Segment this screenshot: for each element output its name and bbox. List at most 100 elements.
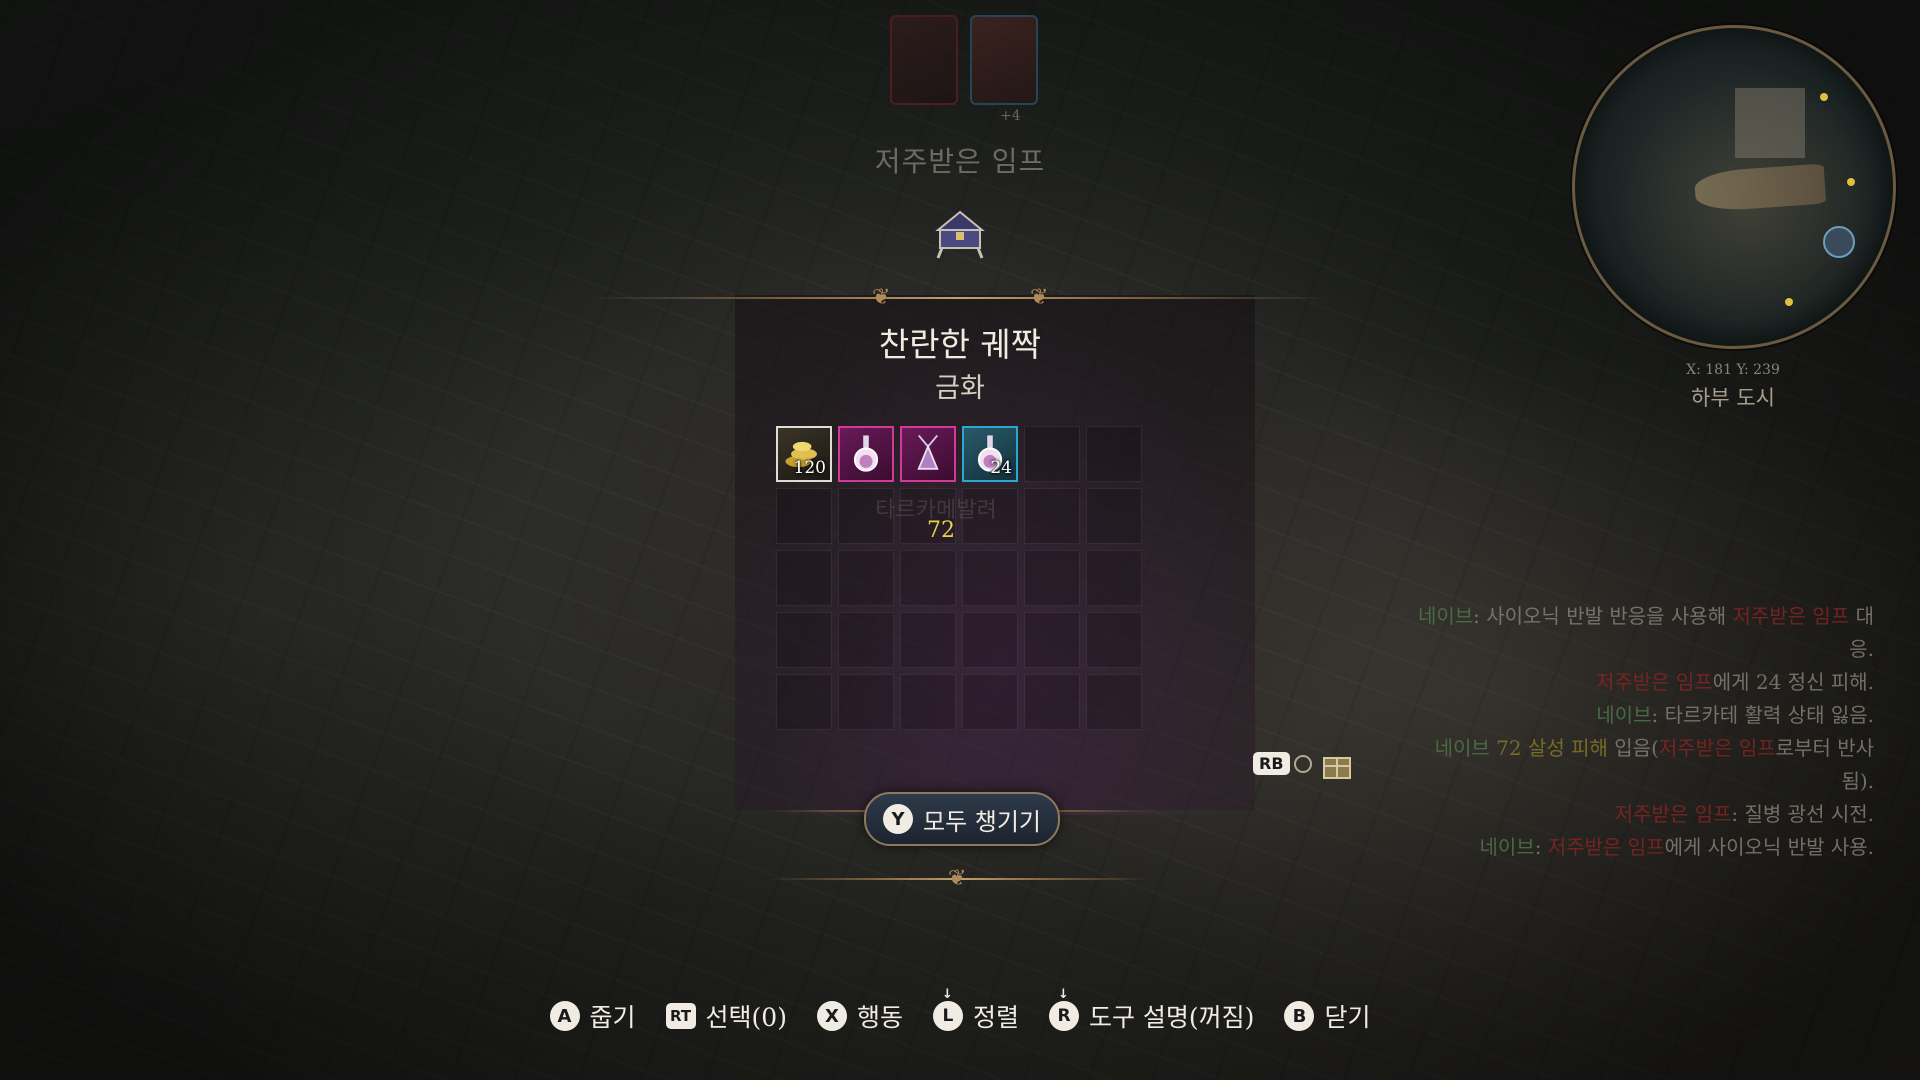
log-segment: : 사이오닉 반발 반응을 사용해 <box>1473 604 1733 628</box>
chest-icon <box>935 210 985 259</box>
loot-slot[interactable] <box>838 612 894 668</box>
loot-all-label: 모두 챙기기 <box>922 807 1042 836</box>
divider-ornament-right: ❦ <box>1030 285 1049 310</box>
log-segment: 저주받은 임프 <box>1732 604 1850 628</box>
loot-slot[interactable] <box>900 550 956 606</box>
log-segment: 네이브 <box>1596 703 1652 727</box>
loot-slot[interactable] <box>900 612 956 668</box>
hint-label: 행동 <box>856 1003 903 1032</box>
loot-slot[interactable]: 120 <box>776 426 832 482</box>
minimap[interactable] <box>1572 25 1896 349</box>
loot-slot[interactable] <box>962 550 1018 606</box>
hint-a[interactable]: A 줍기 <box>549 998 636 1034</box>
log-segment: : <box>1534 835 1548 859</box>
rt-button-icon: RT <box>665 1003 696 1029</box>
hint-label: 도구 설명(꺼짐) <box>1088 1003 1255 1032</box>
hint-x[interactable]: X 행동 <box>816 998 903 1034</box>
rb-button-icon: RB <box>1253 752 1290 775</box>
map-marker-icon <box>1820 93 1828 101</box>
loot-grid: 120 24 <box>776 426 1142 730</box>
log-segment: 저주받은 임프 <box>1547 835 1665 859</box>
portrait-extra-count: +4 <box>1000 108 1021 124</box>
loot-slot[interactable] <box>900 426 956 482</box>
loot-slot[interactable]: 24 <box>962 426 1018 482</box>
loot-slot[interactable] <box>838 550 894 606</box>
portrait-character[interactable] <box>970 15 1038 105</box>
log-segment: 네이브 <box>1479 835 1535 859</box>
controller-hint-bar: A 줍기 RT 선택(0) X 행동 L 정렬 R 도구 설명(꺼짐) B 닫기 <box>0 987 1920 1034</box>
map-ship <box>1693 163 1827 213</box>
loot-slot[interactable] <box>962 674 1018 730</box>
loot-slot[interactable] <box>838 674 894 730</box>
loot-slot[interactable] <box>1086 488 1142 544</box>
hint-b[interactable]: B 닫기 <box>1284 998 1370 1034</box>
hint-label: 선택(0) <box>705 1003 787 1032</box>
portrait-imp[interactable] <box>890 15 958 105</box>
log-segment: : 질병 광선 시전. <box>1731 802 1874 826</box>
target-portraits <box>890 15 1038 105</box>
y-button-icon: Y <box>882 804 913 834</box>
combat-log-entry: 네이브: 타르카테 활력 상태 잃음. <box>1404 699 1874 732</box>
divider-ornament-left: ❦ <box>872 285 891 310</box>
loot-slot[interactable] <box>962 612 1018 668</box>
loot-slot[interactable] <box>776 612 832 668</box>
loot-slot[interactable] <box>1024 674 1080 730</box>
hint-rt[interactable]: RT 선택(0) <box>665 998 787 1034</box>
hint-label: 정렬 <box>972 1003 1019 1032</box>
combat-log-entry: 저주받은 임프: 질병 광선 시전. <box>1404 798 1874 831</box>
log-segment: 네이브 <box>1417 604 1474 628</box>
loot-slot[interactable] <box>1024 550 1080 606</box>
hint-label: 닫기 <box>1324 1003 1371 1032</box>
combat-log-entry: 네이브 72 살성 피해 입음(저주받은 임프로부터 반사됨). <box>1404 732 1874 798</box>
loot-slot[interactable] <box>1024 612 1080 668</box>
loot-slot[interactable] <box>776 674 832 730</box>
loot-slot[interactable] <box>1086 612 1142 668</box>
map-coordinates: X: 181 Y: 239 <box>1686 362 1780 378</box>
panel-top-divider <box>590 297 1330 299</box>
amulet-icon <box>902 428 954 480</box>
toggle-icon <box>1293 754 1312 773</box>
rb-toggle-hint[interactable]: RB <box>1253 752 1312 775</box>
loot-slot[interactable] <box>838 426 894 482</box>
combat-log-entry: 저주받은 임프에게 24 정신 피해. <box>1404 666 1874 699</box>
log-segment: 대응. <box>1849 604 1874 661</box>
loot-slot[interactable] <box>1086 674 1142 730</box>
log-segment: 로부터 반사됨). <box>1775 736 1874 793</box>
map-region-name: 하부 도시 <box>1691 386 1775 410</box>
hover-tooltip-value: 72 <box>927 518 955 543</box>
log-segment: 에게 사이오닉 반발 사용. <box>1664 835 1874 859</box>
map-marker-icon <box>1847 178 1855 186</box>
map-dock-structure <box>1735 88 1805 158</box>
map-marker-icon <box>1785 298 1793 306</box>
hint-label: 줍기 <box>589 1003 636 1032</box>
log-segment: 72 살성 피해 <box>1496 736 1608 760</box>
log-segment: 네이브 <box>1434 736 1497 760</box>
b-button-icon: B <box>1284 1001 1315 1031</box>
hint-r[interactable]: R 도구 설명(꺼짐) <box>1048 987 1255 1034</box>
loot-slot[interactable] <box>1024 426 1080 482</box>
combat-log-entry: 네이브: 사이오닉 반발 반응을 사용해 저주받은 임프 대응. <box>1404 600 1874 666</box>
loot-slot[interactable] <box>1086 426 1142 482</box>
combat-log-entry: 네이브: 저주받은 임프에게 사이오닉 반발 사용. <box>1404 831 1874 864</box>
loot-slot[interactable] <box>1024 488 1080 544</box>
log-segment: : 타르카테 활력 상태 잃음. <box>1651 703 1874 727</box>
chest-view-icon[interactable] <box>1322 752 1352 780</box>
loot-slot[interactable] <box>1086 550 1142 606</box>
map-player-marker-icon <box>1823 226 1855 258</box>
l-button-icon: L <box>932 987 963 1031</box>
loot-all-button[interactable]: Y 모두 챙기기 <box>864 792 1060 846</box>
log-segment: 저주받은 임프 <box>1614 802 1732 826</box>
loot-slot[interactable] <box>776 488 832 544</box>
a-button-icon: A <box>549 1001 580 1031</box>
item-quantity: 120 <box>793 458 826 478</box>
log-segment: 입음( <box>1607 736 1659 760</box>
combat-log: 네이브: 사이오닉 반발 반응을 사용해 저주받은 임프 대응. 저주받은 임프에… <box>1404 600 1874 864</box>
hint-l[interactable]: L 정렬 <box>932 987 1019 1034</box>
x-button-icon: X <box>816 1001 847 1031</box>
divider-ornament-bottom: ❦ <box>948 866 967 891</box>
potion-icon <box>840 428 892 480</box>
item-quantity: 24 <box>990 458 1012 478</box>
loot-slot[interactable] <box>776 550 832 606</box>
loot-slot[interactable] <box>900 674 956 730</box>
log-segment: 에게 24 정신 피해. <box>1712 670 1874 694</box>
